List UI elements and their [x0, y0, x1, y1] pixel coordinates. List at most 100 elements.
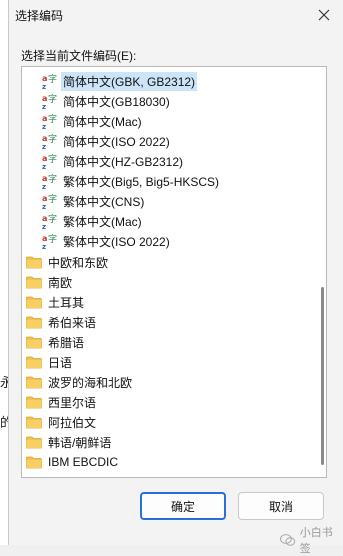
folder-icon	[26, 316, 42, 329]
encoding-icon: a字z	[42, 172, 60, 191]
encoding-item[interactable]: a 字 z 简体中文(GBK, GB2312)	[42, 71, 304, 91]
encoding-list[interactable]: a 字 z 简体中文(GBK, GB2312) a 字 z 简体中文(GB18030) a 字 z 简…	[21, 66, 327, 478]
svg-text:字: 字	[48, 93, 57, 105]
svg-text:字: 字	[48, 133, 57, 145]
group-label: 土耳其	[48, 295, 85, 310]
encoding-group[interactable]: 韩语/朝鲜语	[26, 432, 304, 452]
folder-icon	[26, 456, 42, 469]
close-button[interactable]	[310, 3, 338, 27]
encoding-group[interactable]: 阿拉伯文	[26, 412, 304, 432]
svg-text:z: z	[42, 243, 46, 250]
encoding-label: 简体中文(ISO 2022)	[63, 134, 170, 149]
encoding-item[interactable]: a 字 z 繁体中文(Big5, Big5-HKSCS)	[42, 171, 304, 191]
encoding-group[interactable]: 希腊语	[26, 332, 304, 352]
encoding-label: 繁体中文(ISO 2022)	[63, 234, 170, 249]
close-icon	[318, 9, 330, 21]
encoding-item[interactable]: a 字 z 简体中文(GB18030)	[42, 91, 304, 111]
svg-text:字: 字	[48, 213, 57, 225]
folder-icon	[26, 396, 42, 409]
encoding-group[interactable]: 希伯来语	[26, 312, 304, 332]
group-label: 西里尔语	[48, 395, 97, 410]
scrollbar-thumb[interactable]	[321, 287, 324, 465]
folder-icon	[26, 376, 42, 389]
encoding-label: 简体中文(GBK, GB2312)	[61, 71, 198, 91]
dialog-title: 选择编码	[15, 9, 64, 23]
encoding-icon: a字z	[42, 92, 60, 111]
svg-text:z: z	[42, 103, 46, 110]
folder-icon	[26, 276, 42, 289]
encoding-item[interactable]: a 字 z 繁体中文(CNS)	[42, 191, 304, 211]
encoding-group[interactable]: 西里尔语	[26, 392, 304, 412]
svg-text:a: a	[42, 134, 47, 143]
svg-text:字: 字	[48, 233, 57, 245]
svg-text:a: a	[42, 154, 47, 163]
encoding-label: 繁体中文(Big5, Big5-HKSCS)	[63, 174, 220, 189]
svg-text:a: a	[42, 94, 47, 103]
svg-text:字: 字	[48, 173, 57, 185]
encoding-label: 简体中文(GB18030)	[63, 94, 170, 109]
folder-icon	[26, 336, 42, 349]
svg-text:z: z	[42, 83, 46, 90]
encoding-label: 简体中文(HZ-GB2312)	[63, 154, 184, 169]
list-label: 选择当前文件编码(E):	[21, 49, 137, 63]
svg-text:a: a	[42, 114, 47, 123]
encoding-icon: a字z	[42, 192, 60, 211]
encoding-group[interactable]: 日语	[26, 352, 304, 372]
encoding-item[interactable]: a 字 z 繁体中文(ISO 2022)	[42, 231, 304, 251]
svg-text:a: a	[42, 214, 47, 223]
group-label: 希腊语	[48, 335, 85, 350]
svg-text:字: 字	[48, 193, 57, 205]
encoding-icon: a字z	[42, 112, 60, 131]
svg-text:z: z	[42, 163, 46, 170]
encoding-dialog: 选择编码 选择当前文件编码(E): a 字 z 简体中文(GBK, GB2312) a 字…	[8, 0, 343, 545]
encoding-icon: a字z	[42, 212, 60, 231]
encoding-group[interactable]: 土耳其	[26, 292, 304, 312]
group-label: 韩语/朝鲜语	[48, 435, 112, 450]
encoding-item[interactable]: a 字 z 简体中文(HZ-GB2312)	[42, 151, 304, 171]
watermark-text: 小白书签	[299, 527, 333, 555]
group-label: 南欧	[48, 275, 73, 290]
encoding-group[interactable]: 中欧和东欧	[26, 252, 304, 272]
group-label: IBM EBCDIC	[48, 455, 119, 469]
svg-text:字: 字	[48, 153, 57, 165]
group-label: 阿拉伯文	[48, 415, 97, 430]
svg-text:z: z	[42, 183, 46, 190]
svg-text:a: a	[42, 194, 47, 203]
watermark: 小白书签	[280, 524, 343, 556]
folder-icon	[26, 256, 42, 269]
folder-icon	[26, 416, 42, 429]
ok-button[interactable]: 确定	[140, 492, 226, 520]
encoding-label: 繁体中文(CNS)	[63, 194, 145, 209]
folder-icon	[26, 296, 42, 309]
encoding-group[interactable]: 波罗的海和北欧	[26, 372, 304, 392]
group-label: 波罗的海和北欧	[48, 375, 133, 390]
encoding-item[interactable]: a 字 z 简体中文(Mac)	[42, 111, 304, 131]
cancel-button[interactable]: 取消	[238, 492, 324, 520]
title-bar: 选择编码	[9, 0, 343, 30]
encoding-icon: a字z	[42, 232, 60, 251]
svg-text:a: a	[42, 234, 47, 243]
group-label: 中欧和东欧	[48, 255, 109, 270]
encoding-icon: a字z	[42, 152, 60, 171]
encoding-item[interactable]: a 字 z 繁体中文(Mac)	[42, 211, 304, 231]
svg-text:字: 字	[48, 73, 57, 85]
group-label: 日语	[48, 355, 73, 370]
encoding-label: 简体中文(Mac)	[63, 114, 142, 129]
folder-icon	[26, 436, 42, 449]
encoding-item[interactable]: a 字 z 简体中文(ISO 2022)	[42, 131, 304, 151]
group-label: 希伯来语	[48, 315, 97, 330]
svg-text:z: z	[42, 203, 46, 210]
svg-text:z: z	[42, 223, 46, 230]
encoding-label: 繁体中文(Mac)	[63, 214, 142, 229]
encoding-group[interactable]: 南欧	[26, 272, 304, 292]
background-app	[0, 0, 8, 545]
svg-text:字: 字	[48, 113, 57, 125]
encoding-group[interactable]: IBM EBCDIC	[26, 452, 304, 472]
svg-text:z: z	[42, 123, 46, 130]
svg-text:a: a	[42, 74, 47, 83]
svg-text:z: z	[42, 143, 46, 150]
encoding-icon: a字z	[42, 72, 60, 91]
folder-icon	[26, 356, 42, 369]
encoding-icon: a字z	[42, 132, 60, 151]
svg-text:a: a	[42, 174, 47, 183]
